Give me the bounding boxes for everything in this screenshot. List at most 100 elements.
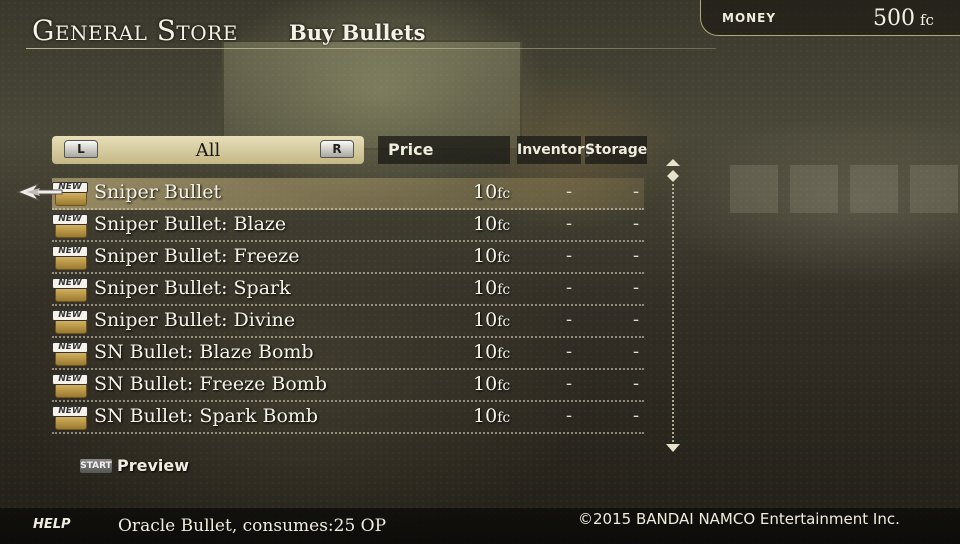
item-price-value: 10 bbox=[473, 181, 498, 203]
r-shoulder-button[interactable]: R bbox=[320, 140, 354, 158]
item-inventory: - bbox=[565, 405, 573, 426]
column-header-inventory: Inventory bbox=[517, 136, 593, 164]
ammo-box-icon: NEW bbox=[52, 246, 88, 270]
item-storage: - bbox=[632, 245, 640, 266]
item-price-unit: fc bbox=[497, 378, 511, 394]
new-badge: NEW bbox=[52, 214, 88, 225]
item-price-value: 10 bbox=[473, 277, 498, 299]
ammo-box-graphic bbox=[55, 351, 87, 366]
item-price: 10fc bbox=[473, 277, 510, 299]
money-value: 500 fc bbox=[873, 6, 934, 31]
preview-label[interactable]: Preview bbox=[117, 456, 189, 475]
item-price: 10fc bbox=[473, 405, 510, 427]
ammo-box-graphic bbox=[55, 383, 87, 398]
l-shoulder-button[interactable]: L bbox=[64, 140, 98, 158]
ammo-box-icon: NEW bbox=[52, 310, 88, 334]
game-screen: General Store Buy Bullets MONEY 500 fc Al… bbox=[0, 0, 960, 544]
item-price-unit: fc bbox=[497, 282, 511, 298]
start-button-icon[interactable]: START bbox=[80, 459, 112, 473]
ammo-box-graphic bbox=[55, 415, 87, 430]
item-storage: - bbox=[632, 213, 640, 234]
ammo-box-icon: NEW bbox=[52, 278, 88, 302]
item-price: 10fc bbox=[473, 373, 510, 395]
ammo-box-graphic bbox=[55, 255, 87, 270]
ammo-box-icon: NEW bbox=[52, 406, 88, 430]
item-row[interactable]: NEW Sniper Bullet: Divine 10fc - - bbox=[52, 306, 644, 338]
pointer-arrow-icon bbox=[16, 182, 63, 202]
column-header-price: Price bbox=[378, 136, 510, 164]
item-storage: - bbox=[632, 309, 640, 330]
help-text: Oracle Bullet, consumes:25 OP bbox=[118, 516, 387, 536]
help-label: HELP bbox=[33, 517, 71, 532]
ammo-box-graphic bbox=[55, 319, 87, 334]
item-name: SN Bullet: Freeze Bomb bbox=[94, 373, 327, 395]
item-inventory: - bbox=[565, 309, 573, 330]
item-row[interactable]: NEW SN Bullet: Spark Bomb 10fc - - bbox=[52, 402, 644, 434]
item-name: SN Bullet: Spark Bomb bbox=[94, 405, 319, 427]
item-inventory: - bbox=[565, 181, 573, 202]
money-unit: fc bbox=[920, 11, 934, 29]
new-badge: NEW bbox=[52, 278, 88, 289]
item-inventory: - bbox=[565, 245, 573, 266]
item-name: Sniper Bullet bbox=[94, 181, 222, 203]
new-badge: NEW bbox=[52, 246, 88, 257]
item-row[interactable]: NEW Sniper Bullet: Freeze 10fc - - bbox=[52, 242, 644, 274]
item-price-value: 10 bbox=[473, 245, 498, 267]
item-price-value: 10 bbox=[473, 341, 498, 363]
money-label: MONEY bbox=[722, 11, 777, 25]
item-name: Sniper Bullet: Divine bbox=[94, 309, 296, 331]
item-price-unit: fc bbox=[497, 218, 511, 234]
header-divider bbox=[26, 48, 716, 49]
item-inventory: - bbox=[565, 213, 573, 234]
ammo-box-icon: NEW bbox=[52, 214, 88, 238]
item-storage: - bbox=[632, 341, 640, 362]
copyright-notice: ©2015 BANDAI NAMCO Entertainment Inc. bbox=[578, 510, 900, 528]
item-price-value: 10 bbox=[473, 405, 498, 427]
item-row[interactable]: NEW Sniper Bullet 10fc - - bbox=[52, 178, 644, 210]
item-price: 10fc bbox=[473, 341, 510, 363]
item-inventory: - bbox=[565, 341, 573, 362]
scroll-down-arrow-icon[interactable] bbox=[664, 440, 682, 456]
item-row[interactable]: NEW Sniper Bullet: Blaze 10fc - - bbox=[52, 210, 644, 242]
page-subtitle: Buy Bullets bbox=[289, 20, 426, 45]
ammo-box-icon: NEW bbox=[52, 342, 88, 366]
item-inventory: - bbox=[565, 373, 573, 394]
item-price-unit: fc bbox=[497, 186, 511, 202]
item-price-unit: fc bbox=[497, 346, 511, 362]
page-title: General Store bbox=[32, 14, 238, 47]
new-badge: NEW bbox=[52, 374, 88, 385]
item-row[interactable]: NEW SN Bullet: Blaze Bomb 10fc - - bbox=[52, 338, 644, 370]
item-storage: - bbox=[632, 277, 640, 298]
item-price-unit: fc bbox=[497, 250, 511, 266]
ammo-box-graphic bbox=[55, 223, 87, 238]
new-badge: NEW bbox=[52, 310, 88, 321]
item-price-value: 10 bbox=[473, 213, 498, 235]
column-header-storage: Storage bbox=[585, 136, 647, 164]
item-price-unit: fc bbox=[497, 410, 511, 426]
item-price: 10fc bbox=[473, 213, 510, 235]
item-storage: - bbox=[632, 405, 640, 426]
item-price-unit: fc bbox=[497, 314, 511, 330]
scrollbar[interactable] bbox=[672, 184, 674, 442]
item-price-value: 10 bbox=[473, 309, 498, 331]
item-name: Sniper Bullet: Blaze bbox=[94, 213, 287, 235]
new-badge: NEW bbox=[52, 342, 88, 353]
item-inventory: - bbox=[565, 277, 573, 298]
item-row[interactable]: NEW SN Bullet: Freeze Bomb 10fc - - bbox=[52, 370, 644, 402]
item-storage: - bbox=[632, 373, 640, 394]
item-name: Sniper Bullet: Freeze bbox=[94, 245, 300, 267]
ammo-box-graphic bbox=[55, 287, 87, 302]
item-name: Sniper Bullet: Spark bbox=[94, 277, 291, 299]
ammo-box-icon: NEW bbox=[52, 374, 88, 398]
category-filter-label: All bbox=[195, 140, 221, 161]
item-name: SN Bullet: Blaze Bomb bbox=[94, 341, 314, 363]
item-price: 10fc bbox=[473, 309, 510, 331]
category-filter[interactable]: All L R bbox=[52, 136, 364, 164]
item-price-value: 10 bbox=[473, 373, 498, 395]
item-storage: - bbox=[632, 181, 640, 202]
scroll-up-arrow-icon[interactable] bbox=[664, 158, 682, 184]
item-price: 10fc bbox=[473, 181, 510, 203]
money-amount: 500 bbox=[873, 6, 915, 31]
new-badge: NEW bbox=[52, 406, 88, 417]
item-row[interactable]: NEW Sniper Bullet: Spark 10fc - - bbox=[52, 274, 644, 306]
